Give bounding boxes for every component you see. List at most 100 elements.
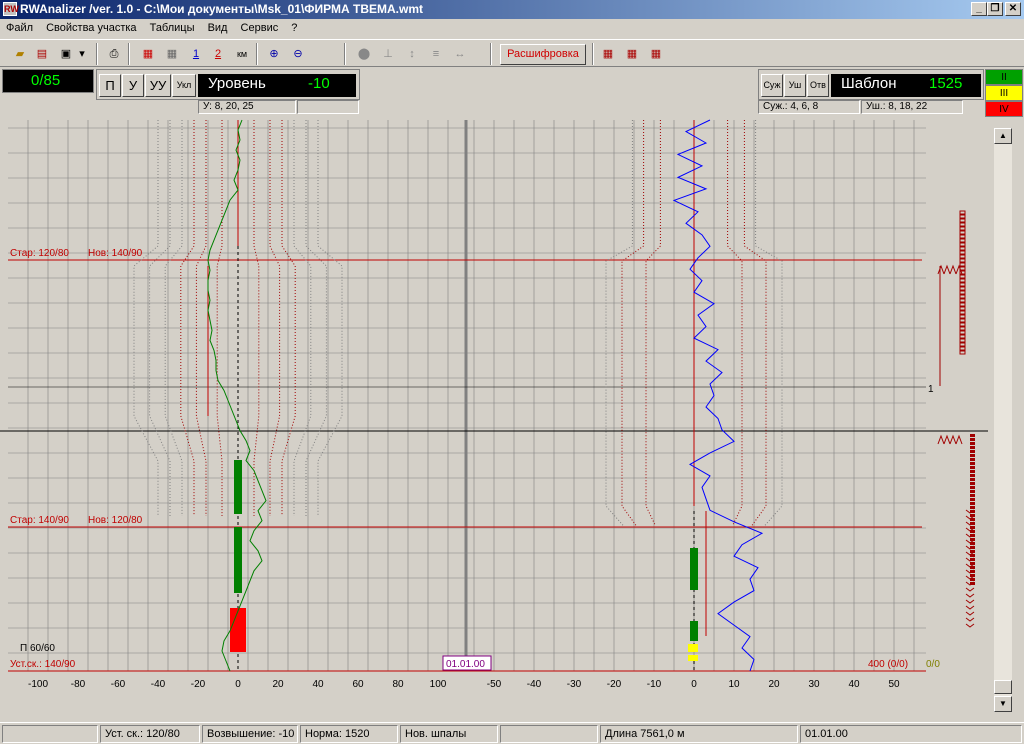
marker-block bbox=[959, 214, 966, 219]
marker-block bbox=[959, 338, 966, 343]
maximize-button[interactable]: ❐ bbox=[987, 2, 1003, 16]
grid-fine-icon[interactable]: ▦ bbox=[138, 44, 158, 64]
decode-button[interactable]: Расшифровка bbox=[500, 44, 586, 65]
marker-triangle bbox=[943, 434, 951, 445]
window-title: RW RWAnalizer /ver. 1.0 - C:\Мои докумен… bbox=[0, 0, 1024, 19]
vertical-icon[interactable]: ↕ bbox=[402, 44, 422, 64]
marker-block bbox=[959, 342, 966, 347]
menu-service[interactable]: Сервис bbox=[235, 19, 283, 38]
marker-block bbox=[959, 250, 966, 255]
track-chart[interactable]: -100 -80 -60 -40 -20 0 20 40 60 80 100 -50 -40 -30 -20… bbox=[0, 116, 988, 690]
marker-block bbox=[970, 498, 975, 501]
level-p-button[interactable]: П bbox=[99, 74, 121, 97]
deviation-bar-ii bbox=[690, 548, 698, 590]
km-button[interactable]: км bbox=[232, 44, 252, 64]
level-ukl-button[interactable]: Укл bbox=[172, 74, 196, 97]
gauge-display: Шаблон 1525 bbox=[831, 74, 981, 97]
left-tick-label: 80 bbox=[392, 679, 404, 690]
deviation-bar-iii bbox=[688, 655, 698, 661]
marker-block bbox=[959, 330, 966, 335]
menu-file[interactable]: Файл bbox=[0, 19, 37, 38]
open-icon[interactable]: ▰ bbox=[10, 44, 30, 64]
export-icon[interactable]: ▤ bbox=[32, 44, 52, 64]
marker-zigzag bbox=[965, 593, 975, 598]
marker-block bbox=[959, 322, 966, 327]
deviation-bar-iv bbox=[230, 608, 246, 652]
right-tick-label: -10 bbox=[647, 679, 662, 690]
minimize-button[interactable]: _ bbox=[971, 2, 987, 16]
marker-block bbox=[970, 462, 975, 465]
marker-block bbox=[959, 218, 966, 223]
calendar-icon[interactable]: ▦ bbox=[646, 44, 666, 64]
gauge-title: Шаблон bbox=[841, 75, 897, 92]
marker-block bbox=[970, 450, 975, 453]
level-value: -10 bbox=[308, 75, 330, 92]
gauge-wide-button[interactable]: Уш bbox=[784, 74, 806, 97]
left-tick-label: 0 bbox=[235, 679, 241, 690]
gauge-deviation-button[interactable]: Отв bbox=[807, 74, 829, 97]
marker-block bbox=[959, 346, 966, 351]
deviation-bar-iii bbox=[688, 644, 698, 652]
marker-block bbox=[970, 438, 975, 441]
grid-coarse-icon[interactable]: ▦ bbox=[162, 44, 182, 64]
table-icon[interactable]: ▦ bbox=[598, 44, 618, 64]
marker-block bbox=[959, 274, 966, 279]
level-iv-indicator: IV bbox=[985, 101, 1023, 117]
right-tick-label: -30 bbox=[567, 679, 582, 690]
side-markers bbox=[937, 210, 975, 628]
left-tick-label: 60 bbox=[352, 679, 364, 690]
level-uu-button[interactable]: УУ bbox=[145, 74, 171, 97]
app-icon: RW bbox=[3, 2, 19, 16]
scroll-thumb[interactable] bbox=[994, 680, 1012, 694]
menu-help[interactable]: ? bbox=[285, 19, 301, 38]
status-elevation: Возвышение: -10 bbox=[202, 725, 298, 743]
vertical-scrollbar[interactable]: ▲ ▼ bbox=[994, 128, 1012, 712]
lines-icon[interactable]: ≡ bbox=[426, 44, 446, 64]
marker-block bbox=[959, 294, 966, 299]
close-button[interactable]: ✕ bbox=[1005, 2, 1021, 16]
zoom-in-icon[interactable]: ⊕ bbox=[264, 44, 284, 64]
report-icon[interactable]: ▦ bbox=[622, 44, 642, 64]
status-length: Длина 7561,0 м bbox=[600, 725, 798, 743]
marker-block bbox=[959, 230, 966, 235]
speed1-new-label: Нов: 140/90 bbox=[88, 248, 143, 259]
print-icon[interactable]: ⎙ bbox=[104, 44, 124, 64]
right-ratio-label: 0/0 bbox=[926, 659, 940, 670]
marker-block bbox=[970, 482, 975, 485]
marker-triangle bbox=[949, 264, 957, 275]
marker-zigzag bbox=[965, 599, 975, 604]
level-u-button[interactable]: У bbox=[122, 74, 144, 97]
level-iii-indicator: III bbox=[985, 85, 1023, 101]
scroll-up-icon[interactable]: ▲ bbox=[994, 128, 1012, 144]
speed2-old-label: Стар: 140/90 bbox=[10, 515, 69, 526]
left-tick-label: 20 bbox=[272, 679, 284, 690]
menu-view[interactable]: Вид bbox=[202, 19, 232, 38]
marker-block bbox=[959, 350, 966, 355]
status-set-speed: Уст. ск.: 120/80 bbox=[100, 725, 200, 743]
shape-icon[interactable]: ⬤ bbox=[354, 44, 374, 64]
menu-section-properties[interactable]: Свойства участка bbox=[40, 19, 140, 38]
speed2-new-label: Нов: 120/80 bbox=[88, 515, 143, 526]
gauge-narrow-button[interactable]: Суж bbox=[761, 74, 783, 97]
marker-zigzag bbox=[965, 587, 975, 592]
marker-block bbox=[970, 442, 975, 445]
horizontal-icon[interactable]: ↔ bbox=[450, 44, 470, 64]
menu-tables[interactable]: Таблицы bbox=[144, 19, 199, 38]
marker-block bbox=[959, 282, 966, 287]
thread-2-button[interactable]: 2 bbox=[208, 44, 228, 64]
scroll-down-icon[interactable]: ▼ bbox=[994, 696, 1012, 712]
zoom-out-icon[interactable]: ⊖ bbox=[288, 44, 308, 64]
save-dropdown-icon[interactable]: ▾ bbox=[76, 44, 88, 64]
save-icon[interactable]: ▣ bbox=[56, 44, 76, 64]
marker-block bbox=[970, 490, 975, 493]
marker-block bbox=[959, 306, 966, 311]
status-bar: Уст. ск.: 120/80 Возвышение: -10 Норма: … bbox=[0, 722, 1024, 744]
marker-block bbox=[970, 486, 975, 489]
measure-icon[interactable]: ⊥ bbox=[378, 44, 398, 64]
p-limit-label: П 60/60 bbox=[20, 643, 55, 654]
marker-block bbox=[959, 254, 966, 259]
level-display: Уровень -10 bbox=[198, 74, 356, 97]
menu-bar: Файл Свойства участка Таблицы Вид Сервис… bbox=[0, 19, 1024, 38]
marker-triangle bbox=[943, 264, 951, 275]
thread-1-button[interactable]: 1 bbox=[186, 44, 206, 64]
